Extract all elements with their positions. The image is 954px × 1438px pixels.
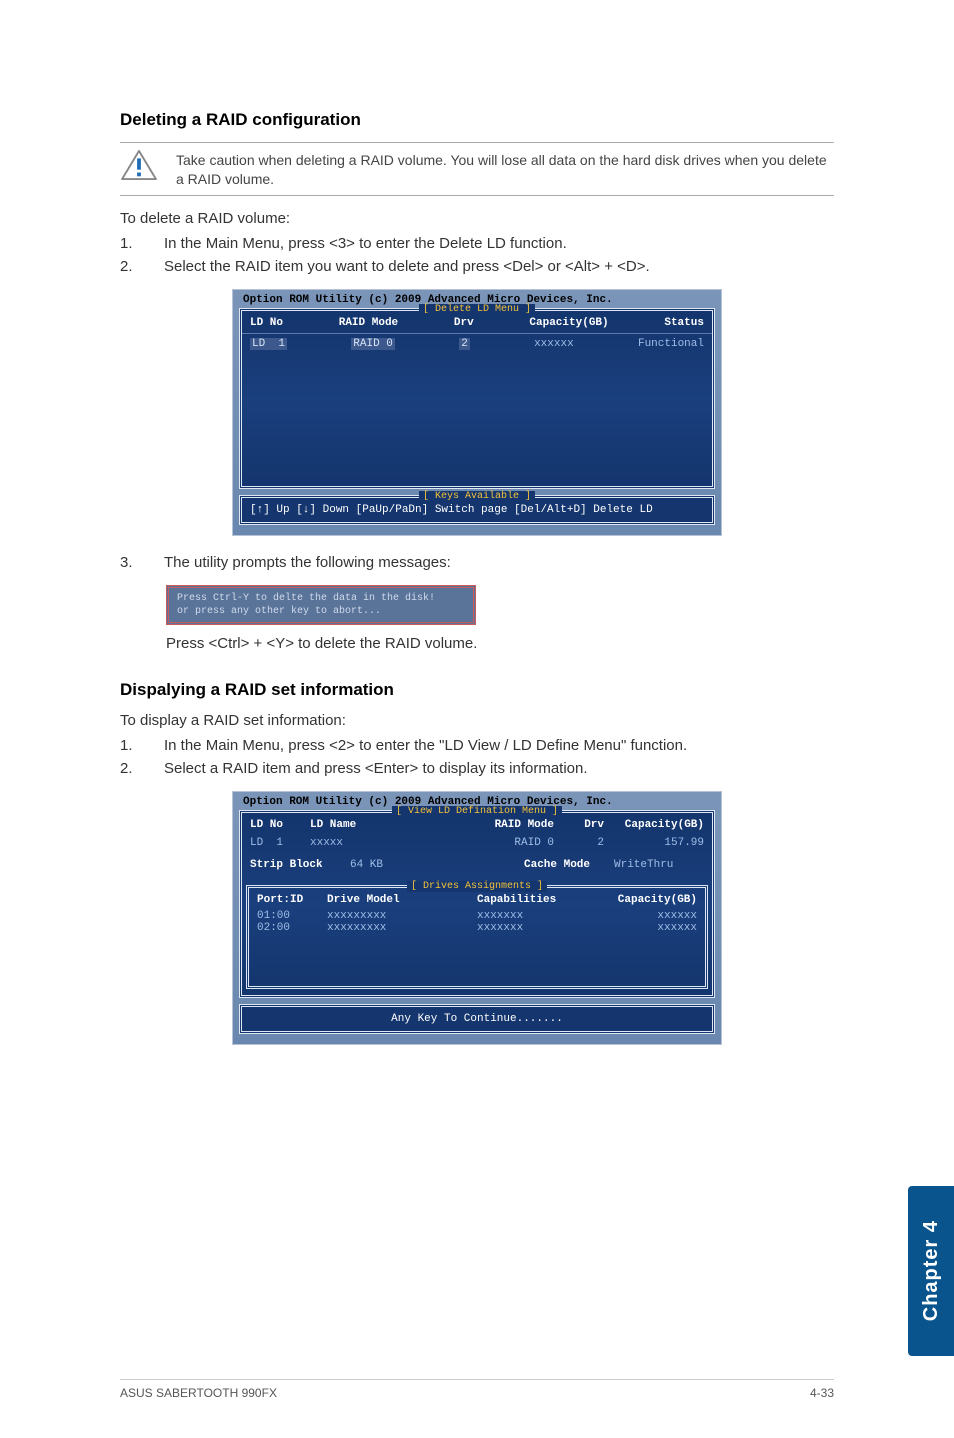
label-cachemode: Cache Mode	[524, 859, 614, 871]
drives-panel: [ Drives Assignments ] Port:ID Drive Mod…	[246, 885, 708, 989]
step-text: Select the RAID item you want to delete …	[164, 258, 650, 275]
col-capacity: Capacity(GB)	[604, 819, 704, 831]
caution-icon	[120, 149, 158, 181]
cell-raidmode: RAID 0	[474, 837, 554, 849]
cell-capacity: xxxxxx	[587, 910, 697, 922]
col-capacity: Capacity(GB)	[529, 317, 608, 329]
cell-ldname: xxxxx	[310, 837, 474, 849]
col-ldname: LD Name	[310, 819, 474, 831]
col-drv: Drv	[454, 317, 474, 329]
step-num: 3.	[120, 554, 138, 571]
keys-label: [ Keys Available ]	[419, 491, 535, 502]
step-num: 1.	[120, 235, 138, 252]
col-status: Status	[664, 317, 704, 329]
col-portid: Port:ID	[257, 894, 327, 906]
cell-portid: 02:00	[257, 922, 327, 934]
page-footer: ASUS SABERTOOTH 990FX 4-33	[120, 1379, 834, 1400]
panel-label: [ View LD Defination Menu ]	[392, 806, 562, 817]
drives-header: Port:ID Drive Model Capabilities Capacit…	[257, 894, 697, 906]
intro-delete: To delete a RAID volume:	[120, 210, 834, 227]
bios-view-ld: Option ROM Utility (c) 2009 Advanced Mic…	[232, 791, 722, 1045]
cell-drv: 2	[459, 338, 470, 350]
panel-label: [ Delete LD Menu ]	[419, 304, 535, 315]
drive-row: 01:00 xxxxxxxxx xxxxxxx xxxxxx	[257, 910, 697, 922]
final-instruction: Press <Ctrl> + <Y> to delete the RAID vo…	[166, 635, 834, 652]
cell-status: Functional	[638, 338, 704, 350]
delete-ld-panel: [ Delete LD Menu ] LD No RAID Mode Drv C…	[239, 308, 715, 489]
caution-text: Take caution when deleting a RAID volume…	[176, 149, 834, 189]
cell-ldno: LD 1	[250, 338, 287, 350]
continue-panel: Any Key To Continue.......	[239, 1004, 715, 1034]
view-ld-panel: [ View LD Defination Menu ] LD No LD Nam…	[239, 810, 715, 998]
cell-capacity: xxxxxx	[534, 338, 574, 350]
heading-delete-raid: Deleting a RAID configuration	[120, 110, 834, 130]
value-stripblock: 64 KB	[350, 859, 524, 871]
col-ldno: LD No	[250, 819, 310, 831]
heading-display-raid: Dispalying a RAID set information	[120, 680, 834, 700]
step-text: Select a RAID item and press <Enter> to …	[164, 760, 588, 777]
chapter-label: Chapter 4	[920, 1220, 943, 1321]
footer-product: ASUS SABERTOOTH 990FX	[120, 1386, 277, 1400]
keys-panel: [ Keys Available ] [↑] Up [↓] Down [PaUp…	[239, 495, 715, 525]
steps-delete-post: 3. The utility prompts the following mess…	[120, 554, 834, 571]
chapter-tab: Chapter 4	[908, 1186, 954, 1356]
label-stripblock: Strip Block	[250, 859, 350, 871]
col-ldno: LD No	[250, 317, 283, 329]
drive-row: 02:00 xxxxxxxxx xxxxxxx xxxxxx	[257, 922, 697, 934]
cell-capabilities: xxxxxxx	[477, 922, 587, 934]
step-num: 2.	[120, 760, 138, 777]
confirm-line: Press Ctrl-Y to delte the data in the di…	[177, 592, 465, 605]
table-header: LD No RAID Mode Drv Capacity(GB) Status	[250, 317, 704, 329]
step-num: 2.	[120, 258, 138, 275]
col-drivemodel: Drive Model	[327, 894, 477, 906]
bios-delete-ld: Option ROM Utility (c) 2009 Advanced Mic…	[232, 289, 722, 536]
cell-ldno: LD 1	[250, 837, 310, 849]
col-capabilities: Capabilities	[477, 894, 587, 906]
steps-delete: 1. In the Main Menu, press <3> to enter t…	[120, 235, 834, 275]
col-drv: Drv	[554, 819, 604, 831]
col-raidmode: RAID Mode	[474, 819, 554, 831]
strip-row: Strip Block 64 KB Cache Mode WriteThru	[250, 859, 704, 871]
drives-label: [ Drives Assignments ]	[407, 881, 547, 892]
continue-text: Any Key To Continue.......	[250, 1013, 704, 1025]
cell-capacity: xxxxxx	[587, 922, 697, 934]
step-text: The utility prompts the following messag…	[164, 554, 451, 571]
step-text: In the Main Menu, press <3> to enter the…	[164, 235, 567, 252]
confirm-line: or press any other key to abort...	[177, 605, 465, 618]
steps-display: 1. In the Main Menu, press <2> to enter t…	[120, 737, 834, 777]
cell-capacity: 157.99	[604, 837, 704, 849]
value-cachemode: WriteThru	[614, 859, 704, 871]
table-row[interactable]: LD 1 RAID 0 2 xxxxxx Functional	[250, 338, 704, 350]
cell-portid: 01:00	[257, 910, 327, 922]
cell-capabilities: xxxxxxx	[477, 910, 587, 922]
footer-pagenum: 4-33	[810, 1386, 834, 1400]
ld-row: LD 1 xxxxx RAID 0 2 157.99	[250, 837, 704, 849]
cell-drivemodel: xxxxxxxxx	[327, 910, 477, 922]
ld-header: LD No LD Name RAID Mode Drv Capacity(GB)	[250, 819, 704, 831]
intro-display: To display a RAID set information:	[120, 712, 834, 729]
cell-drivemodel: xxxxxxxxx	[327, 922, 477, 934]
step-num: 1.	[120, 737, 138, 754]
cell-raidmode: RAID 0	[351, 338, 395, 350]
cell-drv: 2	[554, 837, 604, 849]
col-raidmode: RAID Mode	[339, 317, 398, 329]
caution-block: Take caution when deleting a RAID volume…	[120, 142, 834, 196]
confirm-dialog: Press Ctrl-Y to delte the data in the di…	[166, 585, 476, 625]
col-capacity: Capacity(GB)	[587, 894, 697, 906]
step-text: In the Main Menu, press <2> to enter the…	[164, 737, 687, 754]
keys-text: [↑] Up [↓] Down [PaUp/PaDn] Switch page …	[250, 504, 704, 516]
